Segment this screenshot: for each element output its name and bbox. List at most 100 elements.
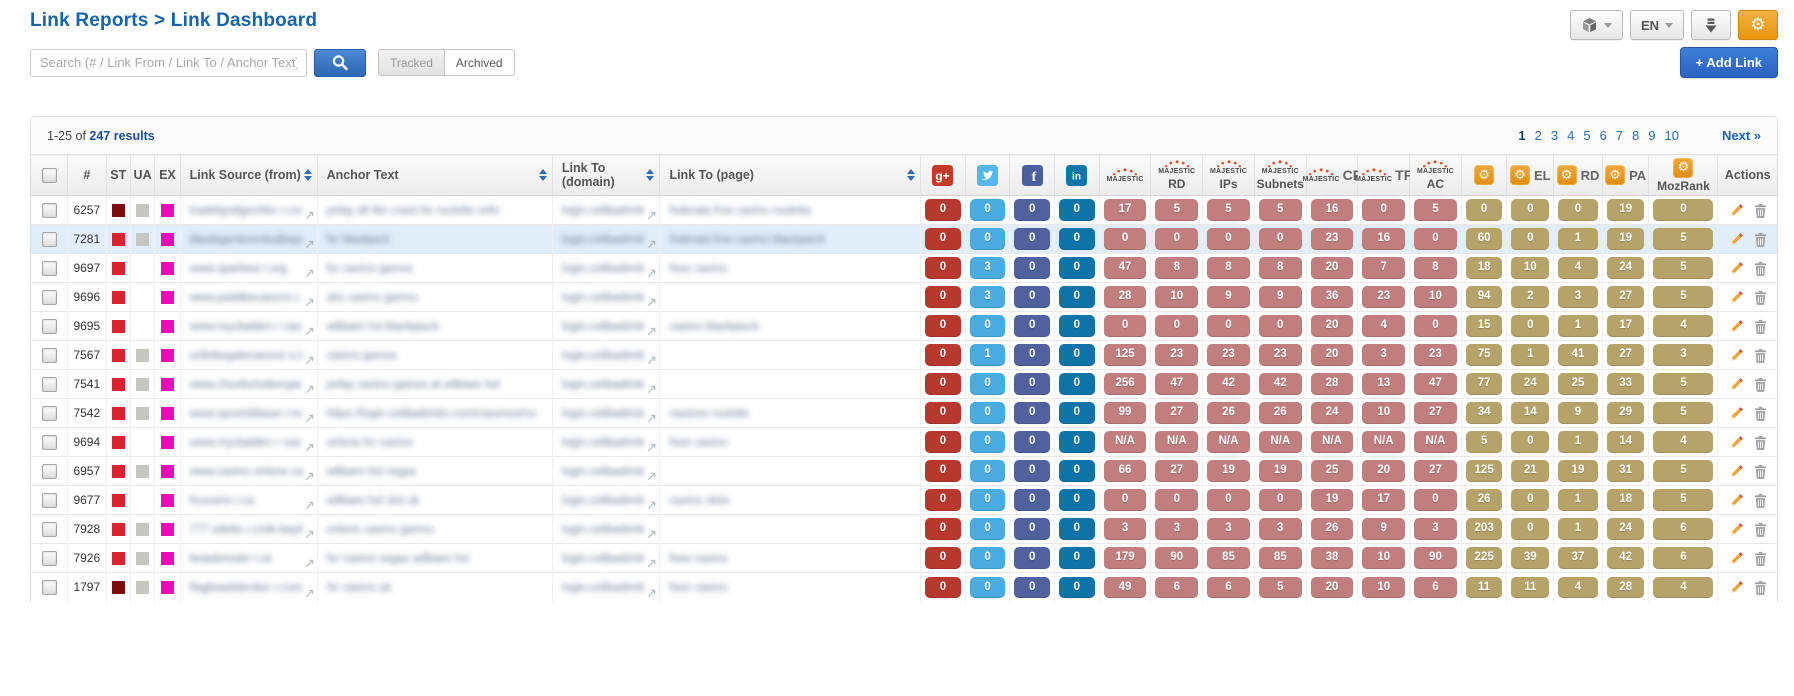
external-link-icon[interactable] [305, 383, 314, 397]
delete-button[interactable] [1754, 522, 1767, 537]
next-page-link[interactable]: Next » [1722, 128, 1761, 143]
edit-button[interactable] [1729, 580, 1744, 595]
delete-button[interactable] [1754, 261, 1767, 276]
row-checkbox[interactable] [42, 580, 57, 595]
edit-button[interactable] [1729, 203, 1744, 218]
page-link-4[interactable]: 4 [1567, 128, 1574, 143]
page-link-5[interactable]: 5 [1583, 128, 1590, 143]
row-checkbox[interactable] [42, 319, 57, 334]
delete-button[interactable] [1754, 464, 1767, 479]
row-checkbox[interactable] [42, 290, 57, 305]
delete-button[interactable] [1754, 290, 1767, 305]
row-checkbox[interactable] [42, 406, 57, 421]
edit-button[interactable] [1729, 348, 1744, 363]
external-link-icon[interactable] [647, 412, 656, 426]
delete-button[interactable] [1754, 406, 1767, 421]
page-link-8[interactable]: 8 [1632, 128, 1639, 143]
select-all-checkbox[interactable] [42, 168, 57, 183]
sort-icon[interactable] [907, 169, 915, 181]
external-link-icon[interactable] [647, 383, 656, 397]
external-link-icon[interactable] [305, 528, 314, 542]
delete-button[interactable] [1754, 551, 1767, 566]
sort-icon[interactable] [539, 169, 547, 181]
row-checkbox[interactable] [42, 377, 57, 392]
gplus-count: 0 [925, 518, 961, 540]
page-link-3[interactable]: 3 [1551, 128, 1558, 143]
edit-button[interactable] [1729, 377, 1744, 392]
edit-button[interactable] [1729, 290, 1744, 305]
edit-button[interactable] [1729, 319, 1744, 334]
external-link-icon[interactable] [305, 587, 314, 601]
col-link-source[interactable]: Link Source (from) [180, 155, 317, 196]
col-anchor-text[interactable]: Anchor Text [317, 155, 552, 196]
row-checkbox[interactable] [42, 493, 57, 508]
external-link-icon[interactable] [647, 296, 656, 310]
external-link-icon[interactable] [305, 296, 314, 310]
page-link-1[interactable]: 1 [1518, 128, 1525, 143]
page-link-10[interactable]: 10 [1665, 128, 1679, 143]
row-checkbox[interactable] [42, 348, 57, 363]
edit-button[interactable] [1729, 493, 1744, 508]
external-link-icon[interactable] [305, 267, 314, 281]
external-link-icon[interactable] [647, 441, 656, 455]
page-link-7[interactable]: 7 [1616, 128, 1623, 143]
external-link-icon[interactable] [305, 238, 314, 252]
external-link-icon[interactable] [305, 325, 314, 339]
search-input[interactable] [30, 49, 307, 77]
external-link-icon[interactable] [305, 499, 314, 513]
external-link-icon[interactable] [305, 209, 314, 223]
sort-icon[interactable] [646, 169, 654, 181]
external-link-icon[interactable] [647, 528, 656, 542]
external-link-icon[interactable] [305, 557, 314, 571]
delete-button[interactable] [1754, 580, 1767, 595]
search-button[interactable] [314, 49, 366, 77]
external-link-icon[interactable] [647, 557, 656, 571]
delete-button[interactable] [1754, 493, 1767, 508]
edit-button[interactable] [1729, 261, 1744, 276]
edit-button[interactable] [1729, 435, 1744, 450]
edit-button[interactable] [1729, 232, 1744, 247]
tracked-tab[interactable]: Tracked [379, 50, 445, 75]
col-link-to-page[interactable]: Link To (page) [660, 155, 921, 196]
row-checkbox[interactable] [42, 435, 57, 450]
col-link-to-domain[interactable]: Link To (domain) [552, 155, 660, 196]
page-link-9[interactable]: 9 [1648, 128, 1655, 143]
row-checkbox[interactable] [42, 232, 57, 247]
settings-button[interactable]: ⚙ [1738, 10, 1778, 40]
row-checkbox[interactable] [42, 464, 57, 479]
row-checkbox[interactable] [42, 522, 57, 537]
row-checkbox[interactable] [42, 261, 57, 276]
archived-tab[interactable]: Archived [445, 50, 514, 75]
external-link-icon[interactable] [647, 238, 656, 252]
language-button[interactable]: EN [1630, 10, 1684, 40]
external-link-icon[interactable] [305, 470, 314, 484]
external-link-icon[interactable] [647, 209, 656, 223]
delete-button[interactable] [1754, 435, 1767, 450]
edit-button[interactable] [1729, 522, 1744, 537]
external-link-icon[interactable] [647, 470, 656, 484]
delete-button[interactable] [1754, 203, 1767, 218]
page-link-2[interactable]: 2 [1535, 128, 1542, 143]
delete-button[interactable] [1754, 319, 1767, 334]
external-link-icon[interactable] [305, 412, 314, 426]
sort-icon[interactable] [304, 169, 312, 181]
add-link-button[interactable]: + Add Link [1680, 47, 1778, 78]
bulk-actions-button[interactable] [1570, 10, 1623, 40]
row-checkbox[interactable] [42, 551, 57, 566]
external-link-icon[interactable] [647, 587, 656, 601]
page-link-6[interactable]: 6 [1600, 128, 1607, 143]
external-link-icon[interactable] [647, 499, 656, 513]
external-link-icon[interactable] [647, 354, 656, 368]
delete-button[interactable] [1754, 232, 1767, 247]
download-button[interactable] [1691, 10, 1731, 40]
delete-button[interactable] [1754, 377, 1767, 392]
external-link-icon[interactable] [305, 354, 314, 368]
edit-button[interactable] [1729, 464, 1744, 479]
delete-button[interactable] [1754, 348, 1767, 363]
edit-button[interactable] [1729, 551, 1744, 566]
external-link-icon[interactable] [647, 267, 656, 281]
external-link-icon[interactable] [305, 441, 314, 455]
row-checkbox[interactable] [42, 203, 57, 218]
edit-button[interactable] [1729, 406, 1744, 421]
external-link-icon[interactable] [647, 325, 656, 339]
